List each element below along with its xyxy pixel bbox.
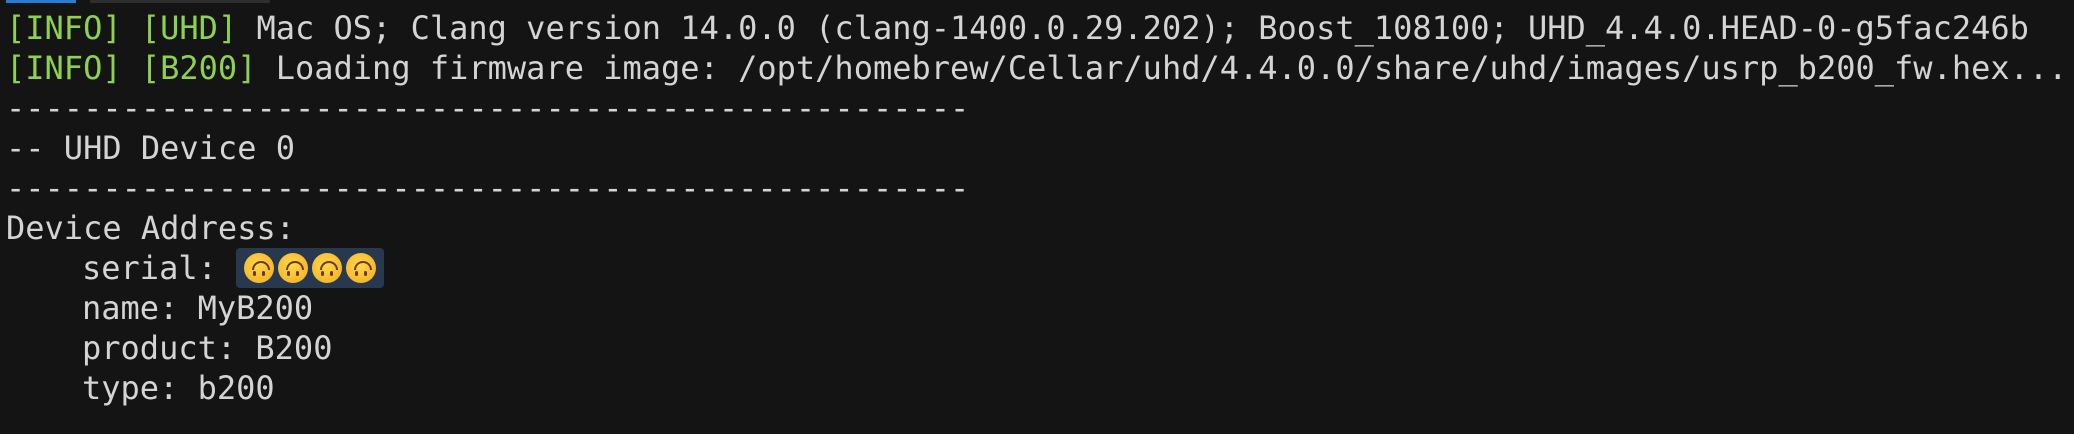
- upside-down-face-icon: [244, 253, 275, 283]
- terminal-output[interactable]: [INFO] [UHD] Mac OS; Clang version 14.0.…: [6, 8, 2074, 408]
- name-line: name: MyB200: [82, 289, 314, 327]
- upside-down-face-icon: [346, 253, 377, 283]
- type-line: type: b200: [82, 369, 275, 407]
- serial-line: serial:: [6, 248, 2074, 288]
- product-line: product: B200: [82, 329, 333, 367]
- device-header: -- UHD Device 0: [6, 129, 295, 167]
- serial-value-redacted[interactable]: [236, 248, 385, 288]
- device-address-label: Device Address:: [6, 209, 295, 247]
- log-source-tag: [UHD]: [140, 9, 238, 47]
- serial-label: serial:: [82, 249, 237, 287]
- scrolled-prompt-fragment-2: [90, 0, 270, 3]
- log-message: Mac OS; Clang version 14.0.0 (clang-1400…: [237, 9, 2029, 47]
- log-line-firmware: [INFO] [B200] Loading firmware image: /o…: [6, 48, 2074, 88]
- upside-down-face-icon: [312, 253, 343, 283]
- scrolled-prompt-fragment: [6, 0, 76, 3]
- separator-line: ----------------------------------------…: [6, 89, 970, 127]
- separator-line: ----------------------------------------…: [6, 169, 970, 207]
- log-message: Loading firmware image: /opt/homebrew/Ce…: [256, 49, 2068, 87]
- upside-down-face-icon: [278, 253, 309, 283]
- log-source-tag: [B200]: [140, 49, 257, 87]
- log-level-tag: [INFO]: [6, 9, 122, 47]
- log-line-uhd-info: [INFO] [UHD] Mac OS; Clang version 14.0.…: [6, 8, 2074, 48]
- log-level-tag: [INFO]: [6, 49, 122, 87]
